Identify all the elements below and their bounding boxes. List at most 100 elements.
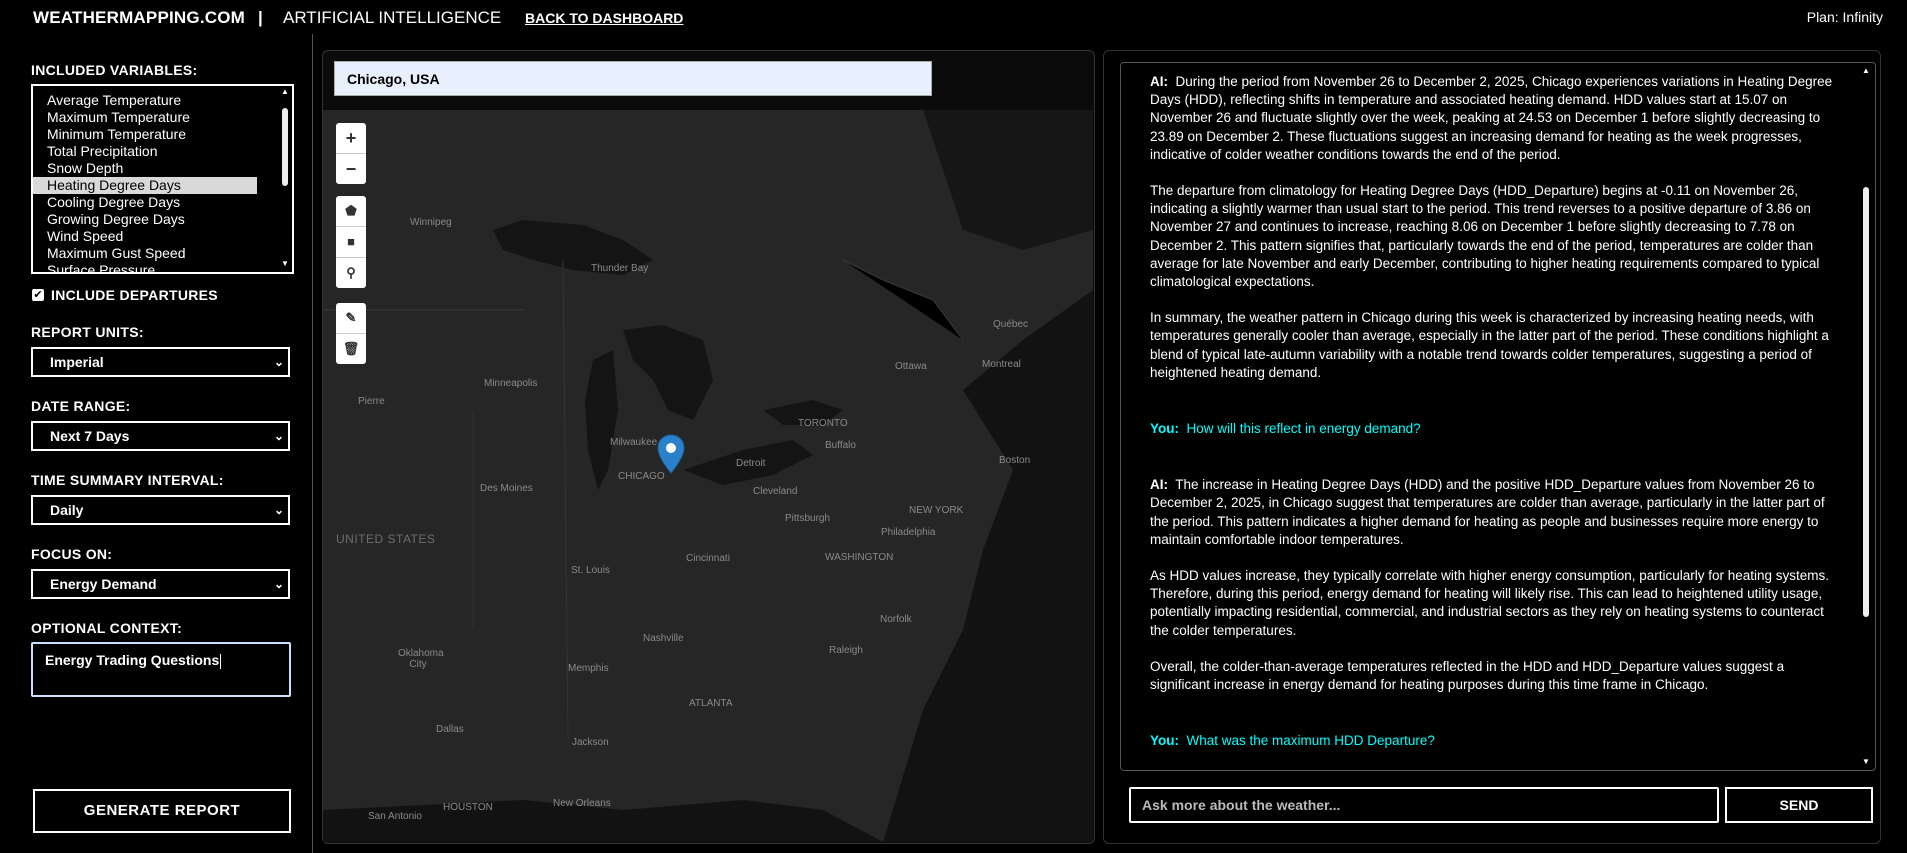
include-departures-checkbox[interactable]: ✔ <box>32 289 44 301</box>
map-label-winnipeg: Winnipeg <box>410 217 452 228</box>
variable-option[interactable]: Wind Speed <box>33 228 257 245</box>
message-text: What was the maximum HDD Departure? <box>1186 733 1435 749</box>
interval-select[interactable]: Daily ⌄ <box>31 495 290 525</box>
variable-option[interactable]: Average Temperature <box>33 92 257 109</box>
you-prefix: You: <box>1150 421 1179 437</box>
map-label-des-moines: Des Moines <box>480 483 533 494</box>
report-units-select[interactable]: Imperial ⌄ <box>31 347 290 377</box>
variable-option[interactable]: Heating Degree Days <box>33 177 257 194</box>
message-paragraph: The departure from climatology for Heati… <box>1150 183 1820 290</box>
map-label-thunder-bay: Thunder Bay <box>591 263 649 274</box>
message-paragraph: During the period from November 26 to De… <box>1150 74 1833 162</box>
map-label-buffalo: Buffalo <box>825 440 856 451</box>
map-label-cincinnati: Cincinnati <box>686 553 730 564</box>
variables-listbox[interactable]: Average Temperature Maximum Temperature Mi… <box>31 84 294 274</box>
map-label-norfolk: Norfolk <box>880 614 912 625</box>
rectangle-icon[interactable]: ■ <box>336 227 366 258</box>
map-label-pittsburgh: Pittsburgh <box>785 513 831 524</box>
map-label-minneapolis: Minneapolis <box>484 378 538 389</box>
send-button[interactable]: SEND <box>1725 787 1873 823</box>
back-to-dashboard-link[interactable]: BACK TO DASHBOARD <box>525 10 683 26</box>
map-label-toronto: TORONTO <box>798 418 848 429</box>
section-title: ARTIFICIAL INTELLIGENCE <box>283 8 502 27</box>
include-departures-label: INCLUDE DEPARTURES <box>51 287 218 303</box>
chevron-down-icon: ⌄ <box>273 429 284 443</box>
date-range-value: Next 7 Days <box>50 428 130 444</box>
brand-logo[interactable]: WEATHERMAPPING.COM <box>33 8 245 28</box>
map-label-raleigh: Raleigh <box>829 645 863 656</box>
chevron-down-icon: ⌄ <box>273 577 284 591</box>
chat-message-user: You: How will this reflect in energy dem… <box>1150 420 1840 438</box>
map-pin-icon[interactable]: ⚲ <box>336 258 366 288</box>
map-label-ottawa: Ottawa <box>895 361 927 372</box>
map-label-washington: WASHINGTON <box>825 552 894 563</box>
variable-option[interactable]: Surface Pressure <box>33 262 257 272</box>
location-search-input[interactable]: Chicago, USA <box>334 61 932 96</box>
scroll-up-icon[interactable]: ▲ <box>1861 67 1871 75</box>
focus-select[interactable]: Energy Demand ⌄ <box>31 569 290 599</box>
included-variables-label: INCLUDED VARIABLES: <box>31 62 198 78</box>
chat-transcript[interactable]: AI: During the period from November 26 t… <box>1120 62 1876 771</box>
message-paragraph: As HDD values increase, they typically c… <box>1150 568 1830 638</box>
generate-report-button[interactable]: GENERATE REPORT <box>33 789 291 833</box>
map-label-milwaukee: Milwaukee <box>610 437 658 448</box>
report-units-label: REPORT UNITS: <box>31 324 144 340</box>
map-label-boston: Boston <box>999 455 1031 466</box>
sidebar-divider <box>312 34 313 853</box>
message-paragraph: In summary, the weather pattern in Chica… <box>1150 310 1829 380</box>
scroll-down-icon[interactable]: ▼ <box>280 260 290 268</box>
map-label-philadelphia: Philadelphia <box>881 527 936 538</box>
polygon-icon[interactable]: ⬟ <box>336 196 366 227</box>
variable-option[interactable]: Minimum Temperature <box>33 126 257 143</box>
chat-input[interactable]: Ask more about the weather... <box>1129 787 1719 823</box>
map-label-oklahoma-city: Oklahoma City <box>398 648 444 670</box>
variable-option[interactable]: Growing Degree Days <box>33 211 257 228</box>
chat-scrollbar[interactable]: ▲ ▼ <box>1861 67 1871 766</box>
map-label-san-antonio: San Antonio <box>368 811 422 822</box>
chat-message-user: You: What was the maximum HDD Departure? <box>1150 732 1840 750</box>
trash-icon[interactable]: 🗑 <box>336 334 366 364</box>
variable-option[interactable]: Total Precipitation <box>33 143 257 160</box>
scroll-up-icon[interactable]: ▲ <box>280 88 290 96</box>
map-label-memphis: Memphis <box>568 663 609 674</box>
map-label-new-orleans: New Orleans <box>553 798 611 809</box>
variable-option[interactable]: Snow Depth <box>33 160 257 177</box>
chevron-down-icon: ⌄ <box>273 503 284 517</box>
zoom-in-button[interactable]: + <box>336 123 366 154</box>
optional-context-label: OPTIONAL CONTEXT: <box>31 620 183 636</box>
zoom-out-button[interactable]: − <box>336 154 366 184</box>
date-range-select[interactable]: Next 7 Days ⌄ <box>31 421 290 451</box>
edit-icon[interactable]: ✎ <box>336 303 366 334</box>
location-marker-icon[interactable] <box>657 434 685 474</box>
you-prefix: You: <box>1150 733 1179 749</box>
map-label-quebec: Québec <box>993 319 1029 330</box>
optional-context-textarea[interactable]: Energy Trading Questions <box>31 642 291 697</box>
chevron-down-icon: ⌄ <box>273 355 284 369</box>
scroll-thumb[interactable] <box>282 108 288 186</box>
map-label-atlanta: ATLANTA <box>689 698 733 709</box>
draw-toolbar: ⬟ ■ ⚲ <box>336 196 366 288</box>
variable-option[interactable]: Maximum Gust Speed <box>33 245 257 262</box>
chat-message-ai: AI: During the period from November 26 t… <box>1150 73 1840 382</box>
map-canvas[interactable]: Winnipeg Thunder Bay Québec Ottawa Montr… <box>323 110 1093 842</box>
header-separator: | <box>258 8 263 27</box>
report-units-value: Imperial <box>50 354 104 370</box>
map-label-dallas: Dallas <box>436 724 464 735</box>
variable-option[interactable]: Cooling Degree Days <box>33 194 257 211</box>
scroll-thumb[interactable] <box>1863 187 1869 617</box>
date-range-label: DATE RANGE: <box>31 398 131 414</box>
text-caret <box>220 653 222 669</box>
top-bar: WEATHERMAPPING.COM | ARTIFICIAL INTELLIG… <box>0 0 1907 34</box>
map-label-united-states: UNITED STATES <box>336 532 436 546</box>
scroll-down-icon[interactable]: ▼ <box>1861 758 1871 766</box>
variable-option[interactable]: Maximum Temperature <box>33 109 257 126</box>
chat-message-ai: AI: The increase in Heating Degree Days … <box>1150 476 1840 694</box>
optional-context-value: Energy Trading Questions <box>45 652 220 668</box>
map-label-new-york: NEW YORK <box>909 505 964 516</box>
plan-label: Plan: Infinity <box>1806 9 1883 25</box>
message-paragraph: Overall, the colder-than-average tempera… <box>1150 658 1785 693</box>
message-text: How will this reflect in energy demand? <box>1186 421 1421 437</box>
map-label-houston: HOUSTON <box>443 802 493 813</box>
map-label-detroit: Detroit <box>736 458 766 469</box>
variables-scrollbar[interactable]: ▲ ▼ <box>280 88 290 268</box>
